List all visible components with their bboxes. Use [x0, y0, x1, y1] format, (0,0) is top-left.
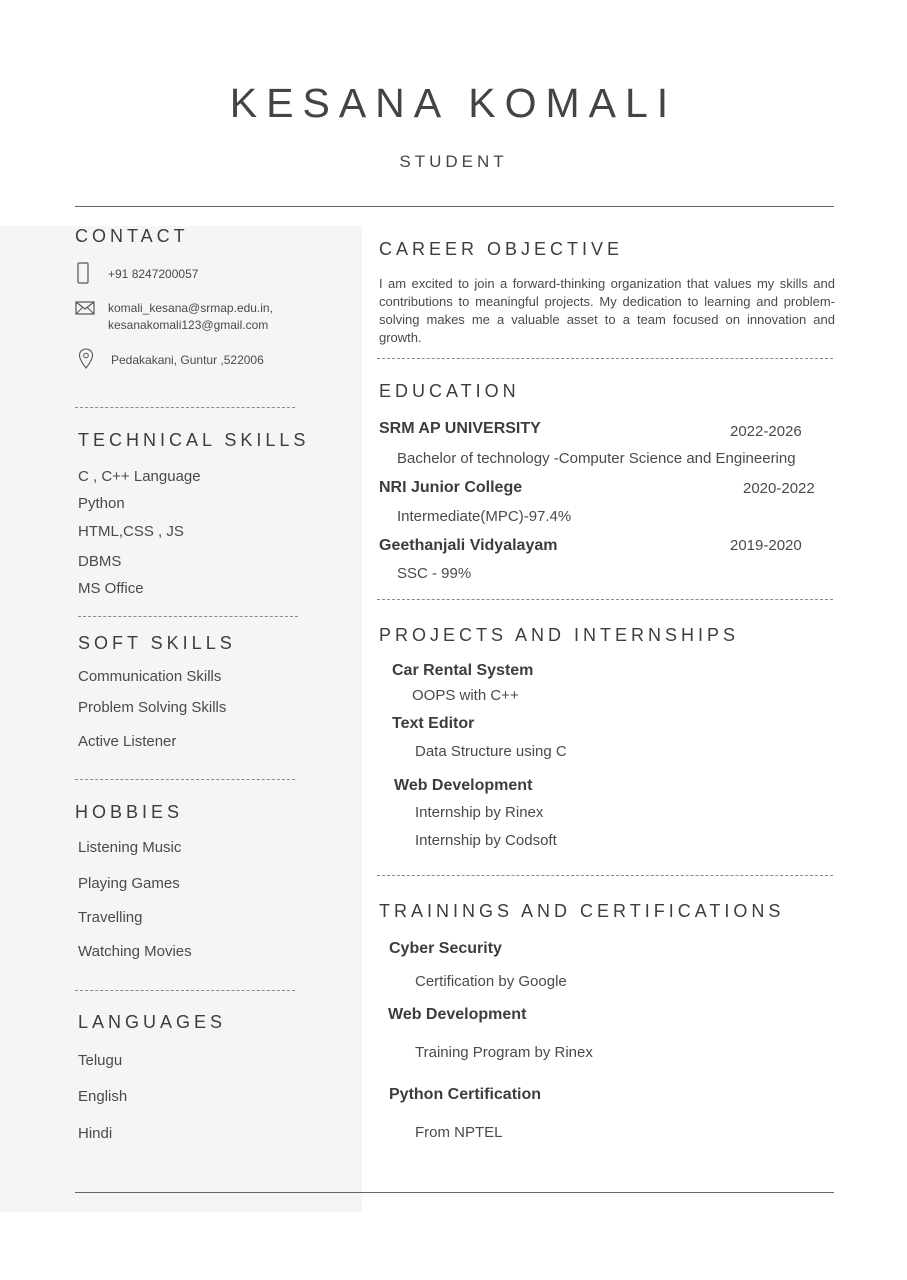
education-detail: SSC - 99% — [397, 565, 472, 582]
training-detail: Certification by Google — [415, 973, 567, 990]
soft-skills-heading: SOFT SKILLS — [78, 633, 236, 653]
soft-skill-item: Problem Solving Skills — [78, 699, 227, 716]
language-item: English — [78, 1088, 128, 1105]
technical-skill-item: C , C++ Language — [78, 468, 201, 485]
soft-skill-item: Active Listener — [78, 733, 177, 750]
education-years: 2020-2022 — [743, 480, 815, 497]
education-school: SRM AP UNIVERSITY — [379, 420, 541, 437]
training-title: Cyber Security — [389, 940, 502, 957]
soft-skill-item: Communication Skills — [78, 668, 222, 685]
candidate-name: KESANA KOMALI — [229, 80, 678, 126]
languages-heading: LANGUAGES — [78, 1012, 227, 1032]
project-detail: Internship by Codsoft — [415, 832, 557, 849]
education-years: 2019-2020 — [730, 537, 802, 554]
contact-divider — [75, 407, 295, 408]
technical-skills-divider — [78, 616, 298, 617]
career-objective-text: I am excited to join a forward-thinking … — [379, 276, 835, 345]
contact-address: Pedakakani, Guntur ,522006 — [111, 353, 264, 367]
candidate-title: STUDENT — [399, 152, 508, 171]
project-detail: OOPS with C++ — [412, 687, 519, 704]
training-detail: From NPTEL — [415, 1124, 503, 1141]
project-detail: Internship by Rinex — [415, 804, 544, 821]
soft-skills-divider — [75, 779, 295, 780]
footer-divider — [75, 1192, 834, 1193]
language-item: Telugu — [78, 1052, 123, 1069]
project-title: Web Development — [394, 777, 533, 794]
sidebar-background — [0, 226, 362, 1212]
contact-phone[interactable]: +91 8247200057 — [108, 267, 198, 281]
education-detail: Bachelor of technology -Computer Science… — [397, 450, 796, 467]
trainings-heading: TRAININGS AND CERTIFICATIONS — [379, 901, 785, 921]
education-divider — [377, 599, 833, 600]
technical-skills-heading: TECHNICAL SKILLS — [78, 430, 310, 450]
envelope-icon — [75, 301, 95, 321]
language-item: Hindi — [78, 1125, 113, 1142]
education-heading: EDUCATION — [379, 381, 520, 401]
location-pin-icon — [78, 348, 96, 369]
project-title: Text Editor — [392, 715, 475, 732]
contact-heading: CONTACT — [75, 226, 189, 246]
contact-email-2[interactable]: kesanakomali123@gmail.com — [108, 318, 268, 332]
technical-skill-item: DBMS — [78, 553, 122, 570]
header-divider — [75, 206, 834, 207]
contact-email-1[interactable]: komali_kesana@srmap.edu.in, — [108, 301, 273, 315]
objective-divider — [377, 358, 833, 359]
hobbies-divider — [75, 990, 295, 991]
education-school: NRI Junior College — [379, 479, 523, 496]
training-detail: Training Program by Rinex — [415, 1044, 593, 1061]
career-objective-heading: CAREER OBJECTIVE — [379, 239, 624, 259]
phone-icon — [76, 262, 94, 284]
projects-heading: PROJECTS AND INTERNSHIPS — [379, 625, 740, 645]
hobby-item: Listening Music — [78, 839, 182, 856]
education-detail: Intermediate(MPC)-97.4% — [397, 508, 572, 525]
technical-skill-item: Python — [78, 495, 125, 512]
hobby-item: Watching Movies — [78, 943, 192, 960]
technical-skill-item: MS Office — [78, 580, 144, 597]
technical-skill-item: HTML,CSS , JS — [78, 523, 184, 540]
projects-divider — [377, 875, 833, 876]
project-detail: Data Structure using C — [415, 743, 567, 760]
hobby-item: Travelling — [78, 909, 143, 926]
project-title: Car Rental System — [392, 662, 534, 679]
hobbies-heading: HOBBIES — [75, 802, 184, 822]
education-school: Geethanjali Vidyalayam — [379, 537, 558, 554]
hobby-item: Playing Games — [78, 875, 180, 892]
training-title: Python Certification — [389, 1086, 542, 1103]
education-years: 2022-2026 — [730, 423, 802, 440]
training-title: Web Development — [388, 1006, 527, 1023]
